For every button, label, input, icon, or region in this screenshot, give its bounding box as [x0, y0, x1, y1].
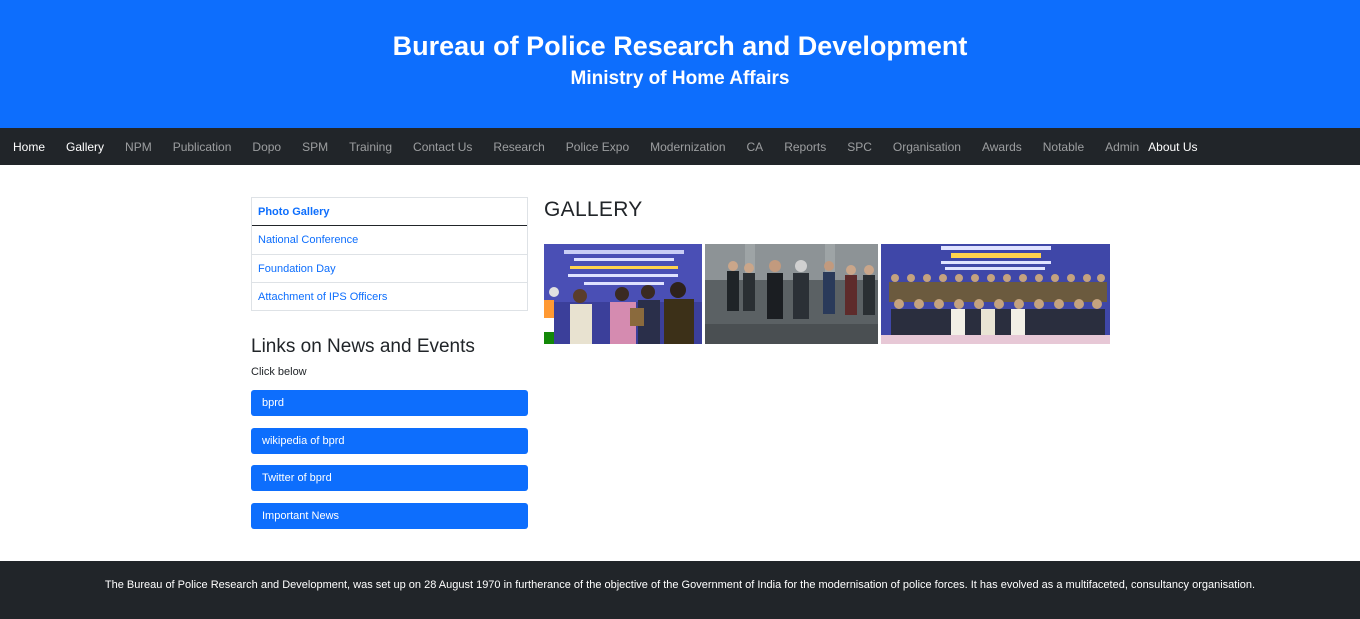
nav-reports[interactable]: Reports: [784, 140, 826, 154]
sidebar-item-photo-gallery[interactable]: Photo Gallery: [252, 198, 527, 226]
nav-modernization[interactable]: Modernization: [650, 140, 725, 154]
nav-gallery[interactable]: Gallery: [66, 140, 104, 154]
nav-spc[interactable]: SPC: [847, 140, 872, 154]
nav-contact-us[interactable]: Contact Us: [413, 140, 472, 154]
foundation-day-group-photo[interactable]: [881, 244, 1110, 344]
sidebar-item-foundation-day[interactable]: Foundation Day: [252, 254, 527, 282]
nav-police-expo[interactable]: Police Expo: [566, 140, 629, 154]
nav-organisation[interactable]: Organisation: [893, 140, 961, 154]
site-header: Bureau of Police Research and Developmen…: [0, 0, 1360, 128]
footer-text: The Bureau of Police Research and Develo…: [104, 579, 1256, 591]
nav-research[interactable]: Research: [493, 140, 544, 154]
sidebar-item-attachment-ips[interactable]: Attachment of IPS Officers: [252, 282, 527, 310]
links-subtext: Click below: [251, 366, 307, 378]
bprd-link-button[interactable]: bprd: [251, 390, 528, 416]
main-navbar: Home Gallery NPM Publication Dopo SPM Tr…: [0, 128, 1360, 165]
nav-ca[interactable]: CA: [747, 140, 764, 154]
twitter-link-button[interactable]: Twitter of bprd: [251, 465, 528, 491]
nav-about-us[interactable]: About Us: [1148, 140, 1197, 154]
gallery-heading: GALLERY: [544, 198, 643, 221]
nav-publication[interactable]: Publication: [173, 140, 232, 154]
nav-spm[interactable]: SPM: [302, 140, 328, 154]
nav-notable[interactable]: Notable: [1043, 140, 1084, 154]
nav-training[interactable]: Training: [349, 140, 392, 154]
nav-awards[interactable]: Awards: [982, 140, 1022, 154]
site-subtitle: Ministry of Home Affairs: [570, 68, 790, 89]
nav-npm[interactable]: NPM: [125, 140, 152, 154]
nav-home[interactable]: Home: [13, 140, 45, 154]
nav-dopo[interactable]: Dopo: [252, 140, 281, 154]
handshake-photo[interactable]: [705, 244, 878, 344]
sidebar-item-national-conference[interactable]: National Conference: [252, 226, 527, 254]
links-heading: Links on News and Events: [251, 336, 475, 357]
site-footer: The Bureau of Police Research and Develo…: [0, 561, 1360, 619]
important-news-link-button[interactable]: Important News: [251, 503, 528, 529]
wikipedia-link-button[interactable]: wikipedia of bprd: [251, 428, 528, 454]
mou-signing-photo[interactable]: [544, 244, 702, 344]
site-title: Bureau of Police Research and Developmen…: [392, 31, 968, 61]
gallery-category-list: Photo Gallery National Conference Founda…: [251, 197, 528, 311]
nav-admin[interactable]: Admin: [1105, 140, 1139, 154]
sidebar: Photo Gallery National Conference Founda…: [251, 197, 528, 311]
